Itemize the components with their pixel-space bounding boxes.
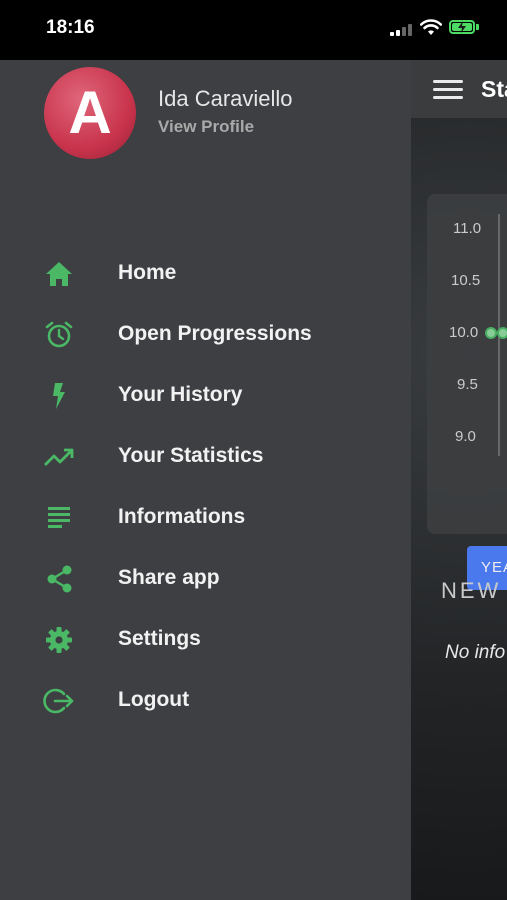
menu-item-label: Informations <box>118 505 246 528</box>
page-title: Sta <box>481 76 507 102</box>
navigation-drawer: A Ida Caraviello View Profile Home Open … <box>0 60 411 900</box>
menu-item-label: Open Progressions <box>118 322 312 345</box>
menu-item-label: Settings <box>118 627 201 650</box>
news-heading: NEW <box>441 578 502 603</box>
avatar[interactable]: A <box>44 67 136 159</box>
view-profile-link[interactable]: View Profile <box>158 117 254 137</box>
text-lines-icon <box>48 507 70 528</box>
data-point <box>485 327 497 339</box>
menu-item-share-app[interactable]: Share app <box>0 548 411 608</box>
trending-up-icon <box>44 448 74 466</box>
chart-plot <box>485 214 507 456</box>
menu-item-informations[interactable]: Informations <box>0 487 411 547</box>
data-point <box>497 327 507 339</box>
main-screen: Sta 11.0 10.5 10.0 9.5 9.0 YEAR NEW No i… <box>411 60 507 900</box>
profile-name: Ida Caraviello <box>158 86 293 111</box>
menu-icon[interactable] <box>433 80 463 100</box>
share-icon <box>47 565 72 593</box>
menu-item-logout[interactable]: Logout <box>0 670 411 730</box>
menu-item-label: Logout <box>118 688 190 711</box>
menu-item-label: Share app <box>118 566 220 589</box>
menu-item-label: Home <box>118 261 177 284</box>
chart-card: 11.0 10.5 10.0 9.5 9.0 YEAR <box>427 194 507 590</box>
status-bar: 18:16 <box>0 0 507 60</box>
wifi-icon <box>420 19 442 35</box>
menu-item-open-progressions[interactable]: Open Progressions <box>0 304 411 364</box>
menu-item-your-history[interactable]: Your History <box>0 365 411 425</box>
menu-item-label: Your History <box>118 383 243 406</box>
cellular-signal-icon <box>390 24 414 36</box>
charging-bolt-icon <box>458 21 466 33</box>
avatar-letter: A <box>68 79 112 146</box>
alarm-clock-icon <box>45 321 73 348</box>
logout-icon <box>43 688 74 714</box>
menu-item-settings[interactable]: Settings <box>0 609 411 669</box>
home-icon <box>46 262 72 286</box>
background-image: 11.0 10.5 10.0 9.5 9.0 YEAR NEW No info <box>411 118 507 900</box>
no-info-text: No info <box>445 642 506 663</box>
menu-item-your-statistics[interactable]: Your Statistics <box>0 426 411 486</box>
menu-item-home[interactable]: Home <box>0 243 411 303</box>
lightning-icon <box>53 383 65 409</box>
main-header: Sta <box>411 60 507 118</box>
menu-item-label: Your Statistics <box>118 444 264 467</box>
gear-icon <box>46 627 72 653</box>
status-time: 18:16 <box>46 17 95 38</box>
